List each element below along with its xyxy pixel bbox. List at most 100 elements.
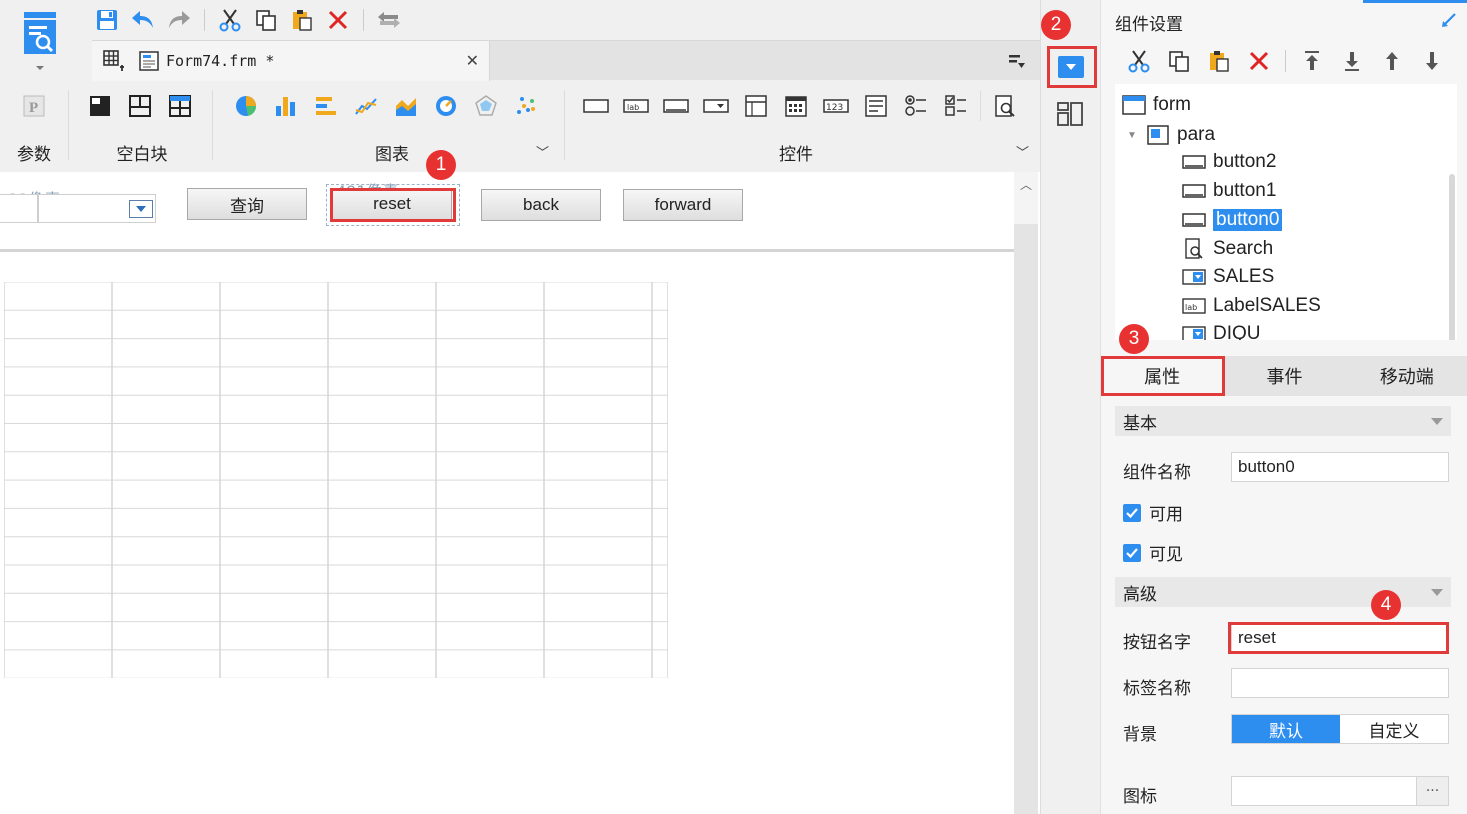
background-default-option[interactable]: 默认 xyxy=(1232,715,1340,743)
move-up-icon[interactable] xyxy=(1372,46,1412,76)
dropdown-arrow-icon[interactable] xyxy=(129,200,153,218)
number-widget-icon[interactable]: 123 xyxy=(816,90,856,122)
tree-node-button2[interactable]: button2 xyxy=(1181,148,1276,176)
button-icon xyxy=(1181,152,1207,172)
ribbon-group-params: P 参数 xyxy=(0,82,68,168)
icon-input[interactable]: ··· xyxy=(1231,776,1449,806)
scrollbar-thumb[interactable] xyxy=(1014,224,1038,814)
ribbon-group-label: 参数 xyxy=(17,145,51,165)
grid-add-icon[interactable] xyxy=(92,50,136,72)
scatter-chart-icon[interactable] xyxy=(506,90,546,122)
highlight-widget-settings xyxy=(1047,46,1097,88)
back-button[interactable]: back xyxy=(481,189,601,221)
save-icon[interactable] xyxy=(90,5,124,35)
chevron-down-icon[interactable] xyxy=(1431,589,1443,596)
background-custom-option[interactable]: 自定义 xyxy=(1340,715,1448,743)
checkbox-group-widget-icon[interactable] xyxy=(936,90,976,122)
cut-icon[interactable] xyxy=(1119,46,1159,76)
text-box-widget-icon[interactable] xyxy=(576,90,616,122)
tree-collapse-icon[interactable]: ▼ xyxy=(1127,130,1145,141)
step-badge-3: 3 xyxy=(1119,324,1149,354)
region-combo-box[interactable] xyxy=(38,194,156,223)
date-widget-icon[interactable] xyxy=(776,90,816,122)
report-grid[interactable] xyxy=(4,282,668,678)
tree-node-label-sales[interactable]: lab LabelSALES xyxy=(1181,292,1321,320)
scroll-up-icon[interactable]: ︿ xyxy=(1020,176,1032,193)
block-tab-icon[interactable] xyxy=(160,90,200,122)
toolbar-separator xyxy=(1285,50,1286,72)
chevron-down-icon[interactable]: ﹀ xyxy=(536,142,549,161)
swap-icon[interactable] xyxy=(372,5,406,35)
layout-icon[interactable] xyxy=(1057,102,1083,130)
label-placeholder[interactable] xyxy=(0,194,38,223)
tree-node-diqu[interactable]: DIQU xyxy=(1181,320,1261,340)
horizontal-bar-chart-icon[interactable] xyxy=(306,90,346,122)
section-basic[interactable]: 基本 xyxy=(1115,406,1451,436)
highlight-properties-tab xyxy=(1101,356,1225,396)
query-button[interactable]: 查询 xyxy=(187,188,307,220)
copy-icon[interactable] xyxy=(249,5,283,35)
ribbon-group-label: 空白块 xyxy=(116,145,168,165)
svg-text:123: 123 xyxy=(826,103,843,113)
move-down-icon[interactable] xyxy=(1412,46,1452,76)
delete-icon[interactable] xyxy=(321,5,355,35)
combo-icon xyxy=(1181,267,1207,287)
radar-chart-icon[interactable] xyxy=(466,90,506,122)
close-icon[interactable]: ✕ xyxy=(466,51,479,70)
tree-node-form[interactable]: form xyxy=(1121,91,1191,119)
param-icon[interactable]: P xyxy=(14,90,54,122)
enabled-checkbox[interactable]: 可用 xyxy=(1123,500,1183,525)
button-widget-icon[interactable] xyxy=(656,90,696,122)
paste-icon[interactable] xyxy=(1199,46,1239,76)
designer-app: Form74.frm * ✕ P 参数 空白块 图表 ﹀ lab 123 控件 … xyxy=(0,0,1467,814)
vertical-scrollbar[interactable]: ︿ xyxy=(1014,172,1038,814)
cut-icon[interactable] xyxy=(213,5,247,35)
combo-icon xyxy=(1181,324,1207,340)
paste-icon[interactable] xyxy=(285,5,319,35)
radio-group-widget-icon[interactable] xyxy=(896,90,936,122)
tree-node-button0[interactable]: button0 xyxy=(1181,206,1283,234)
dropdown-tree-widget-icon[interactable] xyxy=(736,90,776,122)
forward-button[interactable]: forward xyxy=(623,189,743,221)
label-widget-icon[interactable]: lab xyxy=(616,90,656,122)
redo-icon[interactable] xyxy=(162,5,196,35)
more-options-icon[interactable]: ··· xyxy=(1416,777,1448,805)
tag-name-input[interactable] xyxy=(1231,668,1449,698)
tree-node-sales[interactable]: SALES xyxy=(1181,263,1274,291)
block-split-icon[interactable] xyxy=(120,90,160,122)
visible-checkbox[interactable]: 可见 xyxy=(1123,540,1183,565)
move-to-bottom-icon[interactable] xyxy=(1332,46,1372,76)
bar-chart-icon[interactable] xyxy=(266,90,306,122)
parameter-pane[interactable]: 22像素 查询 491像素 reset back forward xyxy=(0,172,1014,252)
tab-events[interactable]: 事件 xyxy=(1223,356,1345,396)
area-chart-icon[interactable] xyxy=(386,90,426,122)
delete-icon[interactable] xyxy=(1239,46,1279,76)
gauge-chart-icon[interactable] xyxy=(426,90,466,122)
report-logo-icon[interactable] xyxy=(18,10,64,74)
text-area-widget-icon[interactable] xyxy=(856,90,896,122)
undo-icon[interactable] xyxy=(126,5,160,35)
component-tree[interactable]: form ▼ para button2 button1 button0 Sear… xyxy=(1115,84,1457,340)
document-tab[interactable]: Form74.frm * ✕ xyxy=(92,41,490,81)
copy-icon[interactable] xyxy=(1159,46,1199,76)
chevron-down-icon[interactable] xyxy=(1431,418,1443,425)
side-icon-strip: 2 xyxy=(1040,0,1100,814)
block-absolute-icon[interactable] xyxy=(80,90,120,122)
tree-node-button1[interactable]: button1 xyxy=(1181,177,1276,205)
pie-chart-icon[interactable] xyxy=(226,90,266,122)
tree-node-search[interactable]: Search xyxy=(1181,235,1273,263)
label-icon: lab xyxy=(1181,296,1207,316)
widget-name-input[interactable]: button0 xyxy=(1231,452,1449,482)
tab-mobile[interactable]: 移动端 xyxy=(1346,356,1467,396)
tab-menu-icon[interactable] xyxy=(1008,53,1026,73)
chevron-down-icon[interactable]: ﹀ xyxy=(1016,142,1029,161)
collapse-panel-icon[interactable] xyxy=(1441,12,1457,32)
tree-scrollbar[interactable] xyxy=(1449,174,1455,340)
tree-node-para[interactable]: ▼ para xyxy=(1127,121,1215,149)
dropdown-widget-icon[interactable] xyxy=(696,90,736,122)
line-chart-icon[interactable] xyxy=(346,90,386,122)
move-to-top-icon[interactable] xyxy=(1292,46,1332,76)
svg-text:lab: lab xyxy=(627,103,639,112)
search-query-widget-icon[interactable] xyxy=(985,90,1025,122)
button-icon xyxy=(1181,210,1207,230)
